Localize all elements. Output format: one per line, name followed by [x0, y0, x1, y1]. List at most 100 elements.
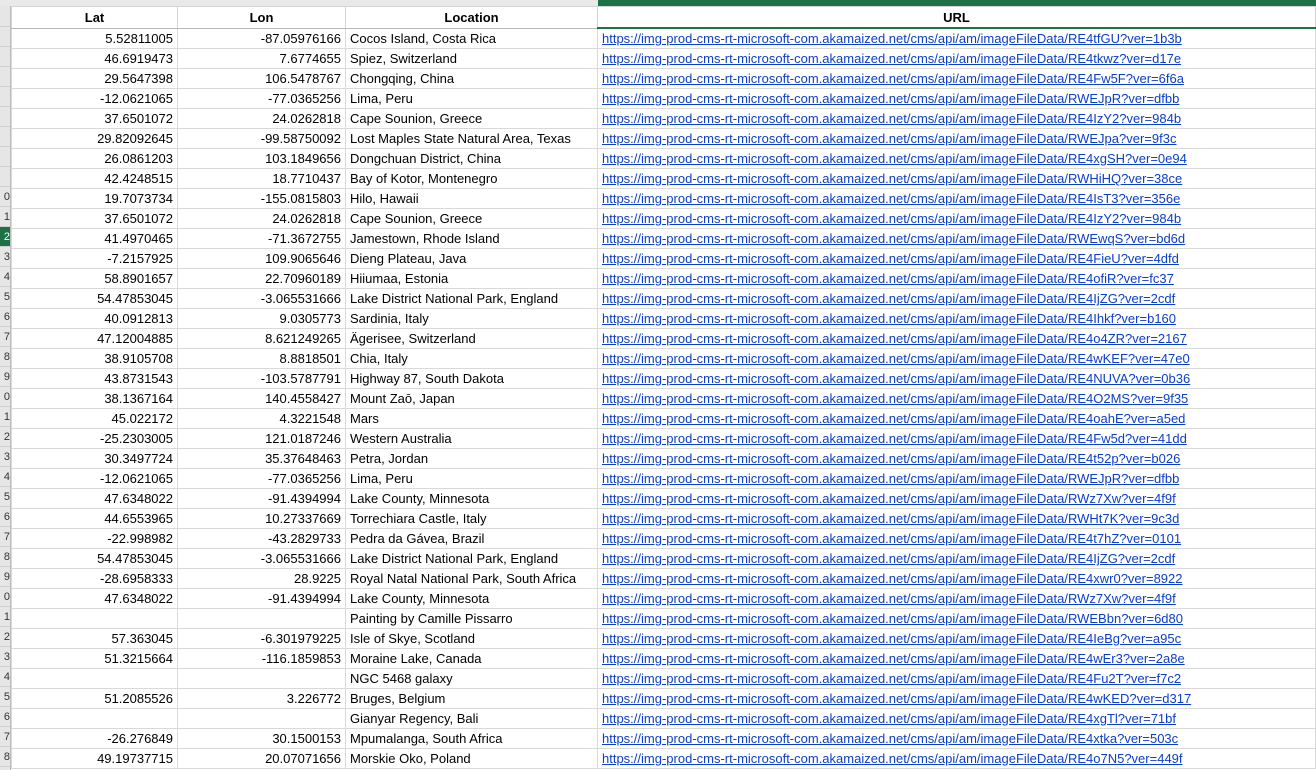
- url-link[interactable]: https://img-prod-cms-rt-microsoft-com.ak…: [602, 451, 1180, 466]
- url-link[interactable]: https://img-prod-cms-rt-microsoft-com.ak…: [602, 491, 1176, 506]
- location-cell[interactable]: Hiiumaa, Estonia: [345, 268, 598, 289]
- location-cell[interactable]: Cape Sounion, Greece: [345, 208, 598, 229]
- lon-cell[interactable]: -99.58750092: [177, 128, 346, 149]
- url-cell[interactable]: https://img-prod-cms-rt-microsoft-com.ak…: [597, 128, 1316, 149]
- url-cell[interactable]: https://img-prod-cms-rt-microsoft-com.ak…: [597, 468, 1316, 489]
- url-link[interactable]: https://img-prod-cms-rt-microsoft-com.ak…: [602, 71, 1184, 86]
- lat-cell[interactable]: 41.4970465: [11, 228, 178, 249]
- lat-cell[interactable]: 58.8901657: [11, 268, 178, 289]
- location-cell[interactable]: Painting by Camille Pissarro: [345, 608, 598, 629]
- lat-cell[interactable]: 54.47853045: [11, 288, 178, 309]
- url-link[interactable]: https://img-prod-cms-rt-microsoft-com.ak…: [602, 591, 1176, 606]
- url-link[interactable]: https://img-prod-cms-rt-microsoft-com.ak…: [602, 271, 1174, 286]
- row-number[interactable]: [0, 27, 10, 47]
- lat-cell[interactable]: 57.363045: [11, 628, 178, 649]
- lon-cell[interactable]: 22.70960189: [177, 268, 346, 289]
- lat-cell[interactable]: 37.6501072: [11, 108, 178, 129]
- row-number[interactable]: [0, 167, 10, 187]
- column-header-url[interactable]: URL: [597, 6, 1316, 29]
- row-number[interactable]: 3: [0, 647, 10, 667]
- lat-cell[interactable]: 40.0912813: [11, 308, 178, 329]
- row-number[interactable]: 9: [0, 567, 10, 587]
- row-number[interactable]: 4: [0, 467, 10, 487]
- url-cell[interactable]: https://img-prod-cms-rt-microsoft-com.ak…: [597, 388, 1316, 409]
- location-cell[interactable]: Sardinia, Italy: [345, 308, 598, 329]
- url-link[interactable]: https://img-prod-cms-rt-microsoft-com.ak…: [602, 211, 1181, 226]
- url-cell[interactable]: https://img-prod-cms-rt-microsoft-com.ak…: [597, 27, 1316, 49]
- url-link[interactable]: https://img-prod-cms-rt-microsoft-com.ak…: [602, 611, 1183, 626]
- url-link[interactable]: https://img-prod-cms-rt-microsoft-com.ak…: [602, 151, 1187, 166]
- url-cell[interactable]: https://img-prod-cms-rt-microsoft-com.ak…: [597, 568, 1316, 589]
- url-cell[interactable]: https://img-prod-cms-rt-microsoft-com.ak…: [597, 528, 1316, 549]
- lon-cell[interactable]: 30.1500153: [177, 728, 346, 749]
- location-cell[interactable]: Cape Sounion, Greece: [345, 108, 598, 129]
- location-cell[interactable]: Petra, Jordan: [345, 448, 598, 469]
- row-number[interactable]: 3: [0, 447, 10, 467]
- url-link[interactable]: https://img-prod-cms-rt-microsoft-com.ak…: [602, 231, 1185, 246]
- lat-cell[interactable]: -25.2303005: [11, 428, 178, 449]
- lon-cell[interactable]: -77.0365256: [177, 88, 346, 109]
- location-cell[interactable]: Dongchuan District, China: [345, 148, 598, 169]
- row-number[interactable]: 4: [0, 667, 10, 687]
- lon-cell[interactable]: -77.0365256: [177, 468, 346, 489]
- lat-cell[interactable]: -7.2157925: [11, 248, 178, 269]
- url-cell[interactable]: https://img-prod-cms-rt-microsoft-com.ak…: [597, 88, 1316, 109]
- column-header-lon[interactable]: Lon: [177, 6, 346, 29]
- row-number[interactable]: 8: [0, 347, 10, 367]
- location-cell[interactable]: NGC 5468 galaxy: [345, 668, 598, 689]
- row-number[interactable]: 1: [0, 607, 10, 627]
- url-cell[interactable]: https://img-prod-cms-rt-microsoft-com.ak…: [597, 208, 1316, 229]
- url-link[interactable]: https://img-prod-cms-rt-microsoft-com.ak…: [602, 291, 1175, 306]
- lat-cell[interactable]: -12.0621065: [11, 468, 178, 489]
- url-link[interactable]: https://img-prod-cms-rt-microsoft-com.ak…: [602, 371, 1190, 386]
- url-cell[interactable]: https://img-prod-cms-rt-microsoft-com.ak…: [597, 48, 1316, 69]
- location-cell[interactable]: Western Australia: [345, 428, 598, 449]
- url-cell[interactable]: https://img-prod-cms-rt-microsoft-com.ak…: [597, 728, 1316, 749]
- lon-cell[interactable]: 35.37648463: [177, 448, 346, 469]
- url-link[interactable]: https://img-prod-cms-rt-microsoft-com.ak…: [602, 171, 1182, 186]
- location-cell[interactable]: Mount Zaō, Japan: [345, 388, 598, 409]
- location-cell[interactable]: Lake County, Minnesota: [345, 588, 598, 609]
- url-cell[interactable]: https://img-prod-cms-rt-microsoft-com.ak…: [597, 188, 1316, 209]
- lon-cell[interactable]: 20.07071656: [177, 748, 346, 769]
- url-cell[interactable]: https://img-prod-cms-rt-microsoft-com.ak…: [597, 68, 1316, 89]
- location-cell[interactable]: Chia, Italy: [345, 348, 598, 369]
- location-cell[interactable]: Lake District National Park, England: [345, 548, 598, 569]
- url-cell[interactable]: https://img-prod-cms-rt-microsoft-com.ak…: [597, 748, 1316, 769]
- lat-cell[interactable]: 49.19737715: [11, 748, 178, 769]
- url-link[interactable]: https://img-prod-cms-rt-microsoft-com.ak…: [602, 691, 1191, 706]
- url-cell[interactable]: https://img-prod-cms-rt-microsoft-com.ak…: [597, 548, 1316, 569]
- row-number[interactable]: 2: [0, 627, 10, 647]
- url-link[interactable]: https://img-prod-cms-rt-microsoft-com.ak…: [602, 651, 1185, 666]
- location-cell[interactable]: Morskie Oko, Poland: [345, 748, 598, 769]
- lat-cell[interactable]: 38.9105708: [11, 348, 178, 369]
- lat-cell[interactable]: -28.6958333: [11, 568, 178, 589]
- url-link[interactable]: https://img-prod-cms-rt-microsoft-com.ak…: [602, 531, 1181, 546]
- lon-cell[interactable]: [177, 708, 346, 729]
- url-link[interactable]: https://img-prod-cms-rt-microsoft-com.ak…: [602, 91, 1179, 106]
- row-number[interactable]: 0: [0, 187, 10, 207]
- lat-cell[interactable]: [11, 608, 178, 629]
- url-link[interactable]: https://img-prod-cms-rt-microsoft-com.ak…: [602, 391, 1188, 406]
- location-cell[interactable]: Royal Natal National Park, South Africa: [345, 568, 598, 589]
- url-cell[interactable]: https://img-prod-cms-rt-microsoft-com.ak…: [597, 328, 1316, 349]
- lat-cell[interactable]: 43.8731543: [11, 368, 178, 389]
- url-link[interactable]: https://img-prod-cms-rt-microsoft-com.ak…: [602, 631, 1181, 646]
- location-cell[interactable]: Torrechiara Castle, Italy: [345, 508, 598, 529]
- url-link[interactable]: https://img-prod-cms-rt-microsoft-com.ak…: [602, 731, 1178, 746]
- url-cell[interactable]: https://img-prod-cms-rt-microsoft-com.ak…: [597, 648, 1316, 669]
- location-cell[interactable]: Bay of Kotor, Montenegro: [345, 168, 598, 189]
- url-link[interactable]: https://img-prod-cms-rt-microsoft-com.ak…: [602, 311, 1176, 326]
- lon-cell[interactable]: 8.621249265: [177, 328, 346, 349]
- lon-cell[interactable]: 24.0262818: [177, 108, 346, 129]
- lon-cell[interactable]: 18.7710437: [177, 168, 346, 189]
- lon-cell[interactable]: -155.0815803: [177, 188, 346, 209]
- url-cell[interactable]: https://img-prod-cms-rt-microsoft-com.ak…: [597, 348, 1316, 369]
- location-cell[interactable]: Dieng Plateau, Java: [345, 248, 598, 269]
- row-number[interactable]: 0: [0, 387, 10, 407]
- row-number[interactable]: 6: [0, 507, 10, 527]
- lat-cell[interactable]: 29.5647398: [11, 68, 178, 89]
- url-link[interactable]: https://img-prod-cms-rt-microsoft-com.ak…: [602, 111, 1181, 126]
- row-number[interactable]: [0, 67, 10, 87]
- url-link[interactable]: https://img-prod-cms-rt-microsoft-com.ak…: [602, 251, 1179, 266]
